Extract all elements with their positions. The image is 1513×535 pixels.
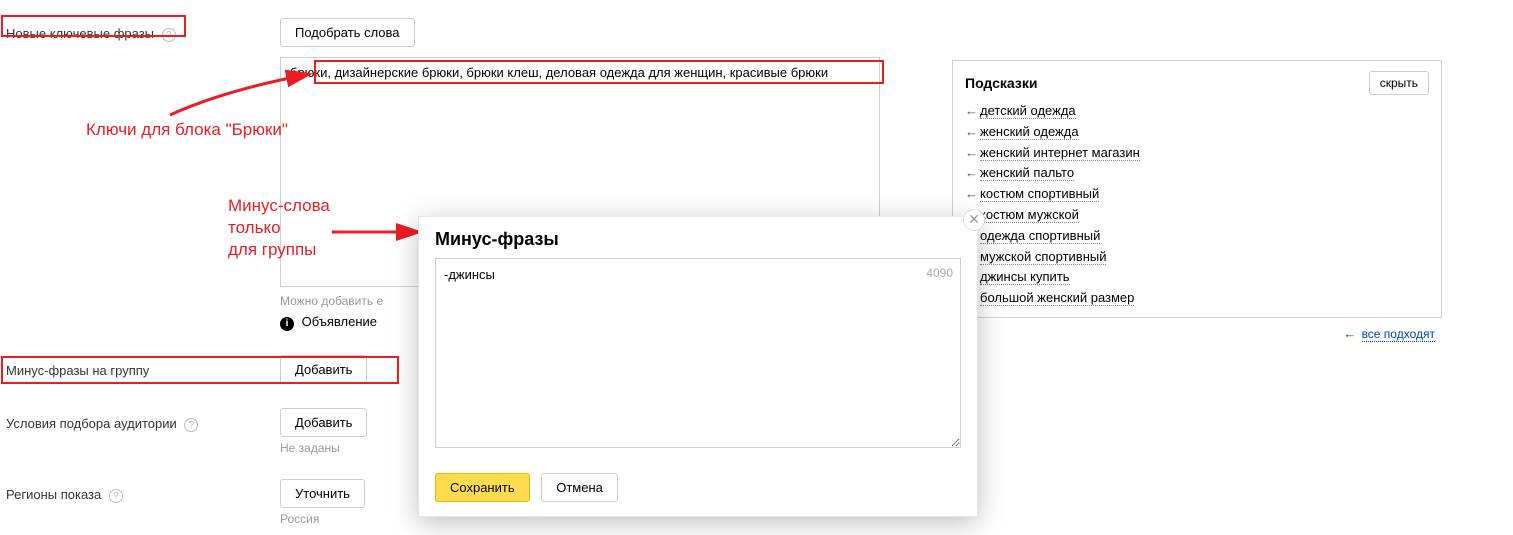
clarify-regions-button[interactable]: Уточнить — [280, 479, 365, 508]
close-icon[interactable]: ✕ — [963, 209, 985, 231]
info-icon: i — [280, 317, 294, 331]
arrow-left-icon: ← — [965, 186, 978, 201]
help-icon[interactable]: ? — [184, 418, 198, 432]
arrow-left-icon: ← — [1343, 326, 1356, 341]
char-count: 4090 — [926, 266, 953, 280]
audience-conditions-label: Условия подбора аудитории — [6, 416, 177, 431]
suggestion-link[interactable]: большой женский размер — [980, 290, 1134, 306]
minus-phrases-input[interactable] — [435, 258, 961, 448]
all-match-text: все подходят — [1362, 327, 1435, 342]
new-keywords-label: Новые ключевые фразы — [6, 26, 154, 41]
suggestion-link[interactable]: одежда спортивный — [980, 228, 1100, 244]
modal-title: Минус-фразы — [419, 217, 977, 258]
suggestions-list: ←детский одежда ←женский одежда ←женский… — [965, 101, 1429, 309]
suggestions-title: Подсказки — [965, 75, 1037, 91]
arrow-left-icon: ← — [965, 103, 978, 118]
ad-info-text: Объявление — [302, 314, 377, 329]
add-audience-button[interactable]: Добавить — [280, 408, 367, 437]
suggestion-link[interactable]: мужской спортивный — [980, 249, 1106, 265]
minus-phrases-modal: ✕ Минус-фразы 4090 Сохранить Отмена — [418, 216, 978, 517]
help-icon[interactable]: ? — [162, 28, 176, 42]
arrow-left-icon: ← — [965, 145, 978, 160]
suggestion-link[interactable]: женский интернет магазин — [980, 145, 1140, 161]
hide-suggestions-button[interactable]: скрыть — [1369, 71, 1429, 95]
suggestion-link[interactable]: женский одежда — [980, 124, 1079, 140]
help-icon[interactable]: ? — [109, 489, 123, 503]
arrow-left-icon: ← — [965, 165, 978, 180]
suggestion-link[interactable]: костюм мужской — [980, 207, 1079, 223]
suggestions-panel: Подсказки скрыть ←детский одежда ←женски… — [952, 60, 1442, 318]
pick-words-button[interactable]: Подобрать слова — [280, 18, 415, 47]
arrow-left-icon: ← — [965, 124, 978, 139]
display-regions-label: Регионы показа — [6, 487, 101, 502]
add-minus-phrases-button[interactable]: Добавить — [280, 355, 367, 384]
all-match-link[interactable]: ← все подходят — [1343, 326, 1435, 341]
minus-phrases-group-label: Минус-фразы на группу — [6, 363, 149, 378]
suggestion-link[interactable]: женский пальто — [980, 165, 1074, 181]
suggestion-link[interactable]: костюм спортивный — [980, 186, 1099, 202]
suggestion-link[interactable]: детский одежда — [980, 103, 1076, 119]
save-button[interactable]: Сохранить — [435, 473, 530, 502]
suggestion-link[interactable]: джинсы купить — [980, 269, 1070, 285]
cancel-button[interactable]: Отмена — [541, 473, 618, 502]
